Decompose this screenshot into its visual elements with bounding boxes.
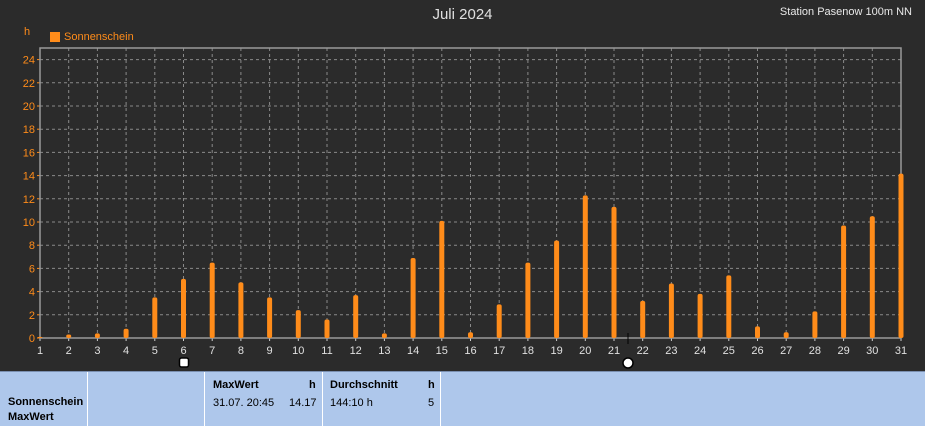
row-label-maxwert: MaxWert (8, 411, 54, 423)
legend: Sonnenschein (50, 31, 134, 43)
x-tick-label: 26 (751, 345, 763, 357)
bar-day-23 (668, 283, 674, 338)
x-tick-label: 20 (579, 345, 591, 357)
y-unit-label: h (24, 26, 31, 38)
bar-day-22 (640, 300, 646, 338)
x-tick-label: 2 (66, 345, 72, 357)
y-tick-label: 22 (23, 78, 35, 90)
x-tick-label: 30 (866, 345, 878, 357)
avg-value: 5 (428, 397, 435, 409)
bar-day-28 (812, 311, 818, 338)
legend-label: Sonnenschein (64, 31, 134, 43)
y-tick-label: 4 (29, 287, 35, 299)
x-tick-label: 27 (780, 345, 792, 357)
x-tick-label: 25 (723, 345, 735, 357)
bar-day-26 (755, 326, 760, 338)
panel-max-cell: MaxWert h 31.07. 20:45 14.17 (205, 372, 323, 426)
y-tick-label: 16 (23, 147, 35, 159)
bar-day-31 (898, 173, 904, 338)
marker-icon (178, 357, 190, 368)
bar-day-18 (525, 262, 531, 338)
x-tick-label: 14 (407, 345, 419, 357)
bar-day-6 (181, 278, 186, 338)
x-tick-label: 7 (209, 345, 215, 357)
bar-day-30 (869, 216, 875, 338)
stats-panel: Sonnenschein MaxWert MaxWert h 31.07. 20… (0, 371, 925, 426)
y-tick-label: 0 (29, 333, 35, 345)
bar-day-4 (123, 328, 129, 338)
bar-day-2 (66, 334, 72, 338)
avg-unit: h (428, 379, 435, 391)
bar-day-5 (152, 297, 158, 338)
bar-day-9 (267, 297, 273, 338)
bar-day-17 (496, 304, 502, 338)
x-tick-label: 29 (837, 345, 849, 357)
max-unit: h (309, 379, 316, 391)
x-tick-label: 28 (809, 345, 821, 357)
legend-swatch (50, 32, 60, 42)
y-tick-label: 20 (23, 101, 35, 113)
panel-avg-cell: Durchschnitt h 144:10 h 5 (323, 372, 441, 426)
y-tick-label: 18 (23, 124, 35, 136)
station-label: Station Pasenow 100m NN (779, 6, 912, 18)
x-tick-label: 3 (94, 345, 100, 357)
bar-day-10 (295, 310, 301, 338)
bar-day-21 (611, 206, 617, 338)
chart-area: 0 2 4 6 8 10 12 14 16 18 20 22 24 1 2 3 4 5 6 7 8 9 10 11 12 13 14… (0, 0, 925, 371)
x-tick-label: 1 (37, 345, 43, 357)
avg-header: Durchschnitt (330, 379, 398, 391)
x-tick-label: 9 (267, 345, 273, 357)
x-tick-label: 19 (550, 345, 562, 357)
x-tick-label: 8 (238, 345, 244, 357)
bar-day-20 (582, 195, 588, 338)
max-value: 14.17 (289, 397, 317, 409)
marker-icon (622, 357, 634, 369)
avg-total: 144:10 h (330, 397, 373, 409)
bar-day-25 (726, 275, 732, 338)
y-tick-label: 24 (23, 55, 35, 67)
bar-day-16 (468, 332, 473, 338)
x-tick-label: 31 (895, 345, 907, 357)
y-tick-label: 6 (29, 263, 35, 275)
panel-row-labels: Sonnenschein MaxWert (0, 372, 88, 426)
x-tick-label: 5 (152, 345, 158, 357)
x-tick-label: 24 (694, 345, 706, 357)
bar-day-24 (697, 293, 703, 338)
panel-empty-cell (88, 372, 205, 426)
y-tick-label: 14 (23, 171, 35, 183)
x-tick-label: 18 (522, 345, 534, 357)
bar-day-3 (94, 333, 100, 338)
bar-day-7 (209, 262, 215, 338)
bar-day-1 (37, 336, 43, 338)
x-tick-label: 21 (608, 345, 620, 357)
x-tick-label: 6 (180, 345, 186, 357)
y-tick-label: 10 (23, 217, 35, 229)
chart-svg: 0246810121416182022241 2 3 4 5 6 7 8 9 10 11 12 13 14… (23, 47, 907, 369)
x-tick-label: 15 (436, 345, 448, 357)
x-tick-label: 4 (123, 345, 129, 357)
y-tick-label: 2 (29, 310, 35, 322)
bar-day-27 (783, 332, 789, 338)
bar-day-12 (353, 295, 359, 338)
bar-day-8 (238, 282, 244, 338)
bar-day-11 (324, 319, 330, 338)
bar-day-15 (439, 220, 445, 338)
x-tick-label: 16 (464, 345, 476, 357)
x-tick-label: 17 (493, 345, 505, 357)
x-tick-label: 13 (378, 345, 390, 357)
x-tick-label: 10 (292, 345, 304, 357)
row-label-sonnenschein: Sonnenschein (8, 396, 84, 408)
x-tick-label: 23 (665, 345, 677, 357)
x-tick-label: 11 (321, 345, 332, 357)
bar-day-13 (381, 333, 387, 338)
max-header: MaxWert (213, 379, 259, 391)
x-tick-label: 12 (350, 345, 362, 357)
bar-day-29 (841, 225, 847, 338)
x-tick-label: 22 (637, 345, 649, 357)
y-tick-label: 8 (29, 240, 35, 252)
bar-day-14 (410, 257, 416, 338)
y-tick-label: 12 (23, 194, 35, 206)
bar-day-19 (554, 240, 560, 338)
max-datetime: 31.07. 20:45 (213, 397, 275, 409)
